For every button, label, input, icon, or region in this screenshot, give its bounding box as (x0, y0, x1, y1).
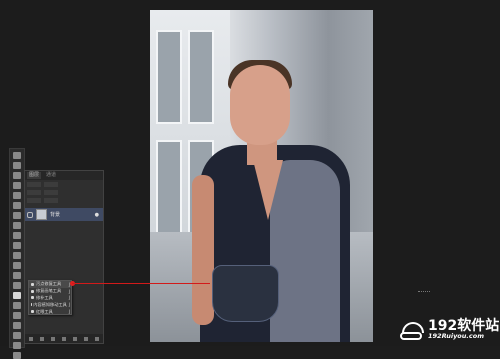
eraser-tool-icon[interactable] (13, 252, 21, 259)
layer-filter-row (25, 180, 103, 188)
spot-healing-tool-icon[interactable] (13, 292, 21, 299)
layer-filter-icons[interactable] (44, 182, 58, 187)
menu-item-spot-healing[interactable]: 污点修复工具 J (29, 281, 71, 288)
healing-tools-flyout-menu: 污点修复工具 J 修复画笔工具 J 修补工具 J 内容感知移动工具 J 红眼工具… (28, 280, 72, 315)
delete-layer-icon[interactable] (95, 337, 99, 341)
photo-figure-vest-light (270, 160, 340, 342)
layer-filter-dropdown[interactable] (27, 182, 41, 187)
eye-icon (31, 310, 34, 313)
bandage-icon (31, 290, 34, 293)
photo-window (188, 30, 214, 124)
photo-window (156, 30, 182, 124)
opacity-field[interactable] (44, 190, 58, 195)
marquee-tool-icon[interactable] (13, 162, 21, 169)
new-group-icon[interactable] (73, 337, 77, 341)
blend-mode-row (25, 188, 103, 196)
tab-channels[interactable]: 通道 (44, 172, 58, 179)
layers-panel-footer (25, 334, 103, 343)
gradient-tool-icon[interactable] (13, 262, 21, 269)
history-brush-tool-icon[interactable] (13, 242, 21, 249)
shape-tool-icon[interactable] (13, 332, 21, 339)
layers-panel: 图层 通道 背景 ● (24, 170, 104, 344)
clone-stamp-tool-icon[interactable] (13, 232, 21, 239)
lock-fill-row (25, 196, 103, 204)
photo-figure-bag (212, 265, 279, 322)
photo-figure-face (230, 65, 290, 145)
lasso-tool-icon[interactable] (13, 172, 21, 179)
document-image[interactable] (150, 10, 373, 342)
annotation-arrow-line (72, 283, 210, 284)
photo-figure-arm (192, 175, 214, 325)
menu-item-healing-brush[interactable]: 修复画笔工具 J (29, 288, 71, 295)
zoom-tool-icon[interactable] (13, 352, 21, 359)
watermark-title: 192软件站 (428, 319, 499, 333)
new-layer-icon[interactable] (84, 337, 88, 341)
fill-field[interactable] (44, 198, 58, 203)
dodge-tool-icon[interactable] (13, 282, 21, 289)
blend-mode-dropdown[interactable] (27, 190, 41, 195)
layer-thumbnail (36, 209, 47, 220)
path-select-tool-icon[interactable] (13, 322, 21, 329)
layers-panel-tabs: 图层 通道 (25, 171, 103, 180)
brush-cursor (418, 291, 430, 295)
menu-item-red-eye[interactable]: 红眼工具 J (29, 308, 71, 315)
lock-icon: ● (95, 212, 99, 218)
layer-name: 背景 (50, 211, 60, 218)
lock-icons[interactable] (27, 198, 41, 203)
tools-toolbar (9, 148, 25, 348)
move-tool-icon[interactable] (13, 152, 21, 159)
layer-row-background[interactable]: 背景 ● (25, 208, 103, 221)
watermark-url: 192Ruiyou.com (428, 333, 499, 340)
blur-tool-icon[interactable] (13, 272, 21, 279)
pen-tool-icon[interactable] (13, 302, 21, 309)
adjustment-layer-icon[interactable] (62, 337, 66, 341)
add-mask-icon[interactable] (51, 337, 55, 341)
tab-layers[interactable]: 图层 (27, 172, 41, 179)
healing-brush-tool-icon[interactable] (13, 212, 21, 219)
patch-icon (31, 296, 34, 299)
type-tool-icon[interactable] (13, 312, 21, 319)
eye-icon[interactable] (27, 212, 33, 218)
photo-window (156, 140, 182, 234)
eyedropper-tool-icon[interactable] (13, 202, 21, 209)
link-layers-icon[interactable] (29, 337, 33, 341)
bandage-icon (31, 283, 34, 286)
watermark: 192软件站 192Ruiyou.com (400, 313, 500, 346)
quick-select-tool-icon[interactable] (13, 182, 21, 189)
crop-tool-icon[interactable] (13, 192, 21, 199)
brush-tool-icon[interactable] (13, 222, 21, 229)
layer-style-icon[interactable] (40, 337, 44, 341)
menu-item-content-aware-move[interactable]: 内容感知移动工具 J (29, 301, 71, 308)
router-logo-icon (400, 318, 424, 342)
menu-item-patch[interactable]: 修补工具 J (29, 295, 71, 302)
